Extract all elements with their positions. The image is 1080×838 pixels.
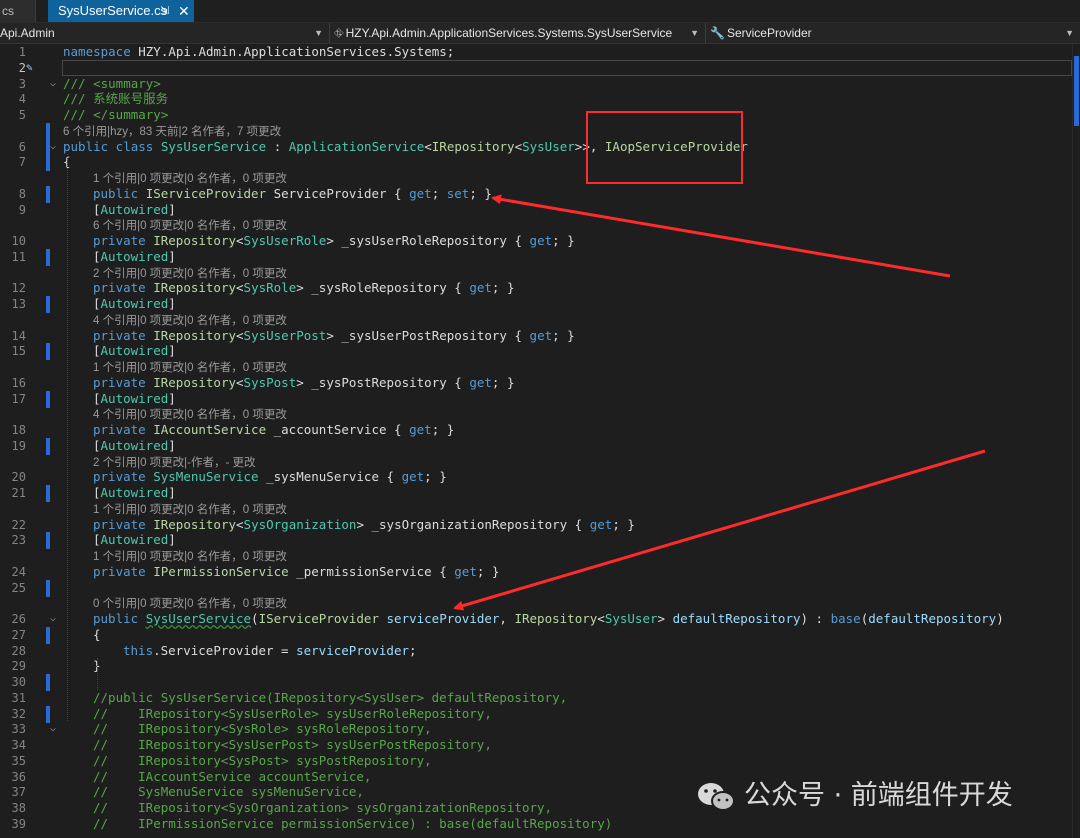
annotation-arrows [453,194,986,611]
arrow-to-constructor [453,449,986,611]
watermark: 公众号 · 前端组件开发 [696,772,1066,820]
wechat-icon [698,782,735,811]
arrow-to-service-provider [491,194,951,278]
watermark-text: 公众号 · 前端组件开发 [744,780,1013,811]
